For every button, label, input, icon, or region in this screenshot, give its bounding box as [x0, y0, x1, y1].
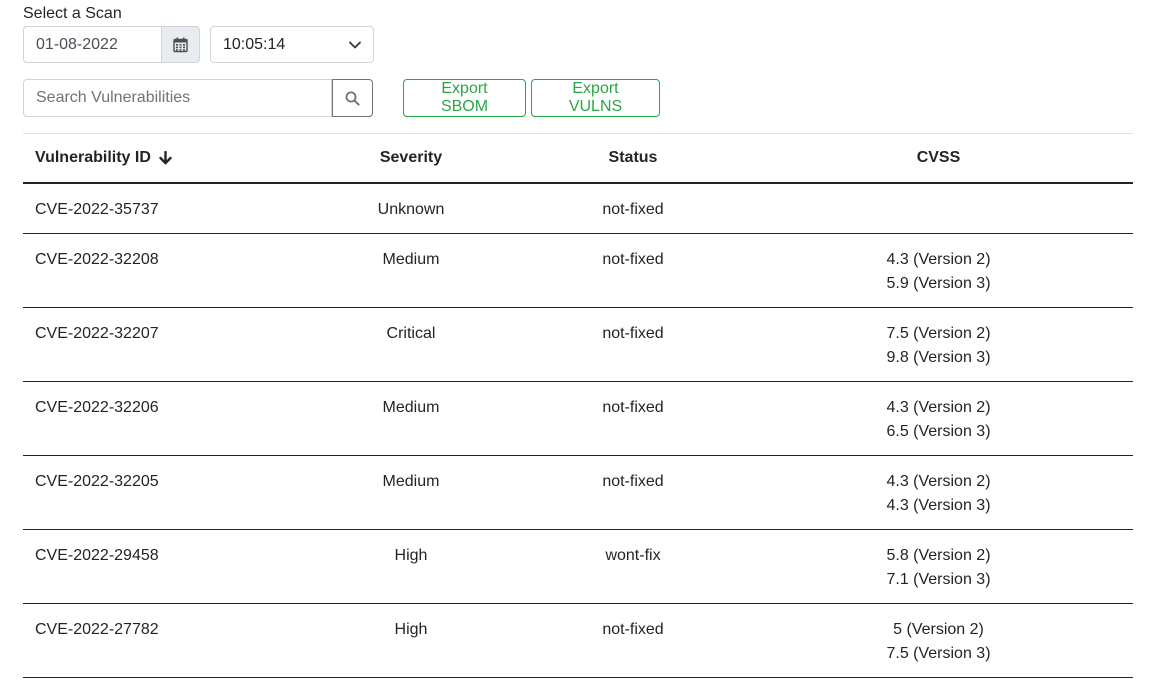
table-row[interactable]: CVE-2022-32208 Medium not-fixed 4.3 (Ver… — [23, 233, 1133, 308]
search-input[interactable] — [23, 79, 333, 117]
table-header-row: Vulnerability ID Severity Status CVSS — [23, 134, 1133, 184]
cell-severity: High — [300, 529, 522, 604]
cell-severity: Unknown — [300, 183, 522, 234]
scan-date-picker: 01-08-2022 — [23, 26, 200, 63]
arrow-down-icon[interactable] — [159, 150, 173, 165]
export-sbom-button[interactable]: Export SBOM — [403, 79, 526, 117]
cell-status: not-fixed — [522, 307, 744, 382]
header-vulnerability-id[interactable]: Vulnerability ID — [23, 134, 300, 184]
cell-vulnerability-id[interactable]: CVE-2022-32206 — [23, 381, 300, 456]
search-button[interactable] — [332, 79, 373, 117]
cvss-v3: 9.8 (Version 3) — [886, 348, 991, 366]
cell-vulnerability-id[interactable]: CVE-2022-35737 — [23, 183, 300, 234]
cvss-v3: 6.5 (Version 3) — [886, 422, 991, 440]
cell-cvss: 4.3 (Version 2) 5.9 (Version 3) — [744, 233, 1133, 308]
table-row[interactable]: CVE-2022-27782 High not-fixed 5 (Version… — [23, 603, 1133, 678]
export-vulns-button[interactable]: Export VULNS — [531, 79, 660, 117]
cvss-v2: 4.3 (Version 2) — [886, 398, 991, 416]
cvss-v2: 5 (Version 2) — [893, 620, 984, 638]
cell-cvss: 4.3 (Version 2) 4.3 (Version 3) — [744, 455, 1133, 530]
cvss-v3: 4.3 (Version 3) — [886, 496, 991, 514]
cell-cvss: 4.3 (Version 2) 6.5 (Version 3) — [744, 381, 1133, 456]
table-row[interactable]: CVE-2022-32206 Medium not-fixed 4.3 (Ver… — [23, 381, 1133, 456]
cell-status: not-fixed — [522, 455, 744, 530]
search-group — [23, 79, 373, 117]
scan-time-select[interactable]: 10:05:14 — [210, 26, 374, 63]
cell-severity: High — [300, 603, 522, 678]
header-status[interactable]: Status — [522, 134, 744, 184]
cvss-v2: 5.8 (Version 2) — [886, 546, 991, 564]
cell-cvss: 5 (Version 2) 7.5 (Version 3) — [744, 603, 1133, 678]
cell-status: not-fixed — [522, 603, 744, 678]
cell-cvss: 5.8 (Version 2) 7.1 (Version 3) — [744, 529, 1133, 604]
vulnerability-table: Vulnerability ID Severity Status CVSS CV… — [23, 134, 1133, 678]
scan-time-value: 10:05:14 — [223, 35, 286, 53]
cell-status: wont-fix — [522, 529, 744, 604]
cell-cvss: 7.5 (Version 2) 9.8 (Version 3) — [744, 307, 1133, 382]
cell-severity: Medium — [300, 381, 522, 456]
cvss-v3: 5.9 (Version 3) — [886, 274, 991, 292]
scan-label: Select a Scan — [23, 5, 122, 22]
scan-date-input[interactable]: 01-08-2022 — [23, 26, 161, 63]
cell-vulnerability-id[interactable]: CVE-2022-27782 — [23, 603, 300, 678]
cvss-v3: 7.5 (Version 3) — [886, 644, 991, 662]
table-row[interactable]: CVE-2022-29458 High wont-fix 5.8 (Versio… — [23, 529, 1133, 604]
calendar-button[interactable] — [161, 26, 200, 63]
header-cvss[interactable]: CVSS — [744, 134, 1133, 184]
calendar-icon — [173, 37, 188, 52]
cell-severity: Critical — [300, 307, 522, 382]
cell-vulnerability-id[interactable]: CVE-2022-32208 — [23, 233, 300, 308]
cvss-v2: 4.3 (Version 2) — [886, 472, 991, 490]
table-row[interactable]: CVE-2022-35737 Unknown not-fixed — [23, 183, 1133, 234]
cell-status: not-fixed — [522, 233, 744, 308]
cvss-v2: 4.3 (Version 2) — [886, 250, 991, 268]
header-severity[interactable]: Severity — [300, 134, 522, 184]
cell-status: not-fixed — [522, 183, 744, 234]
cell-vulnerability-id[interactable]: CVE-2022-32205 — [23, 455, 300, 530]
cvss-v3: 7.1 (Version 3) — [886, 570, 991, 588]
cvss-v2: 7.5 (Version 2) — [886, 324, 991, 342]
cell-vulnerability-id[interactable]: CVE-2022-29458 — [23, 529, 300, 604]
cell-vulnerability-id[interactable]: CVE-2022-32207 — [23, 307, 300, 382]
header-vulnerability-id-label: Vulnerability ID — [35, 149, 151, 166]
cell-cvss — [744, 183, 1133, 234]
search-icon — [345, 91, 360, 106]
cell-severity: Medium — [300, 233, 522, 308]
cell-severity: Medium — [300, 455, 522, 530]
cell-status: not-fixed — [522, 381, 744, 456]
chevron-down-icon — [349, 41, 361, 48]
table-row[interactable]: CVE-2022-32205 Medium not-fixed 4.3 (Ver… — [23, 455, 1133, 530]
table-row[interactable]: CVE-2022-32207 Critical not-fixed 7.5 (V… — [23, 307, 1133, 382]
